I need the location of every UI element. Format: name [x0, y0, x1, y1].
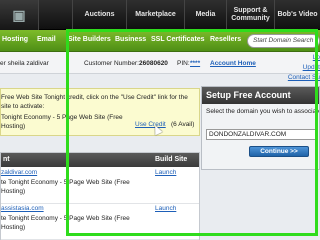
- topnav-bobs-video[interactable]: Bob's Video: [274, 0, 320, 30]
- site-domain-link[interactable]: assistasia.com: [1, 205, 44, 212]
- domain-search-input[interactable]: Start Domain Search: [247, 34, 320, 48]
- topnav-blank: [38, 0, 72, 30]
- subnav-email[interactable]: Email: [37, 36, 56, 43]
- pin-value[interactable]: ****: [190, 60, 200, 67]
- logo-icon: ▣: [12, 7, 26, 23]
- domain-select-field[interactable]: [206, 129, 316, 140]
- account-home-link[interactable]: Account Home: [210, 60, 256, 67]
- log-out-link[interactable]: Lo: [280, 54, 320, 61]
- table-row: assistasia.com te Tonight Economy - 5 Pa…: [1, 204, 199, 240]
- use-credit-link[interactable]: Use Credit: [135, 121, 166, 128]
- top-navigation: ▣ Auctions Marketplace Media Support & Co…: [0, 0, 320, 30]
- subnav-ssl-certificates[interactable]: SSL Certificates: [151, 36, 205, 43]
- launch-link[interactable]: Launch: [155, 169, 176, 176]
- continue-button[interactable]: Continue >>: [249, 146, 309, 157]
- customer-number-value: 26080620: [139, 60, 168, 67]
- topnav-media[interactable]: Media: [184, 0, 226, 30]
- pin-label: PIN:: [177, 60, 190, 67]
- setup-free-account-panel: Setup Free Account Select the domain you…: [201, 86, 320, 170]
- subnav-site-builders[interactable]: Site Builders: [68, 36, 111, 43]
- setup-panel-title: Setup Free Account: [202, 87, 319, 104]
- credit-instructions: Free Web Site Tonight credit, click on t…: [1, 94, 188, 110]
- subnav-resellers[interactable]: Resellers: [210, 36, 241, 43]
- contact-support-link[interactable]: Contact Su: [280, 74, 320, 81]
- subnav-hosting[interactable]: Hosting: [2, 36, 28, 43]
- column-header-account: nt: [3, 156, 10, 163]
- subnav-business[interactable]: Business: [115, 36, 146, 43]
- site-domain-link[interactable]: zaldivar.com: [1, 169, 37, 176]
- topnav-support-community[interactable]: Support & Community: [226, 0, 274, 30]
- sites-table: nt Build Site zaldivar.com te Tonight Ec…: [0, 152, 200, 240]
- brand-logo[interactable]: ▣: [0, 0, 38, 30]
- topnav-marketplace[interactable]: Marketplace: [126, 0, 184, 30]
- customer-info-bar: er sheila zaldivar Customer Number: 2608…: [0, 52, 320, 74]
- credit-product: Tonight Economy - 5 Page Web Site (Free …: [1, 114, 123, 130]
- customer-number-label: Customer Number:: [84, 60, 139, 67]
- free-credit-panel: Free Web Site Tonight credit, click on t…: [0, 88, 200, 136]
- setup-panel-description: Select the domain you wish to associate …: [206, 108, 319, 115]
- launch-link[interactable]: Launch: [155, 205, 176, 212]
- update-link[interactable]: Updat: [280, 64, 320, 71]
- column-header-build-site: Build Site: [155, 156, 188, 163]
- customer-name: er sheila zaldivar: [0, 60, 49, 67]
- table-header: nt Build Site: [1, 153, 199, 167]
- table-row: zaldivar.com te Tonight Economy - 5 Page…: [1, 168, 199, 204]
- site-package: te Tonight Economy - 5 Page Web Site (Fr…: [1, 215, 130, 231]
- topnav-auctions[interactable]: Auctions: [72, 0, 126, 30]
- site-package: te Tonight Economy - 5 Page Web Site (Fr…: [1, 179, 130, 195]
- credits-available: (6 Avail): [171, 121, 195, 128]
